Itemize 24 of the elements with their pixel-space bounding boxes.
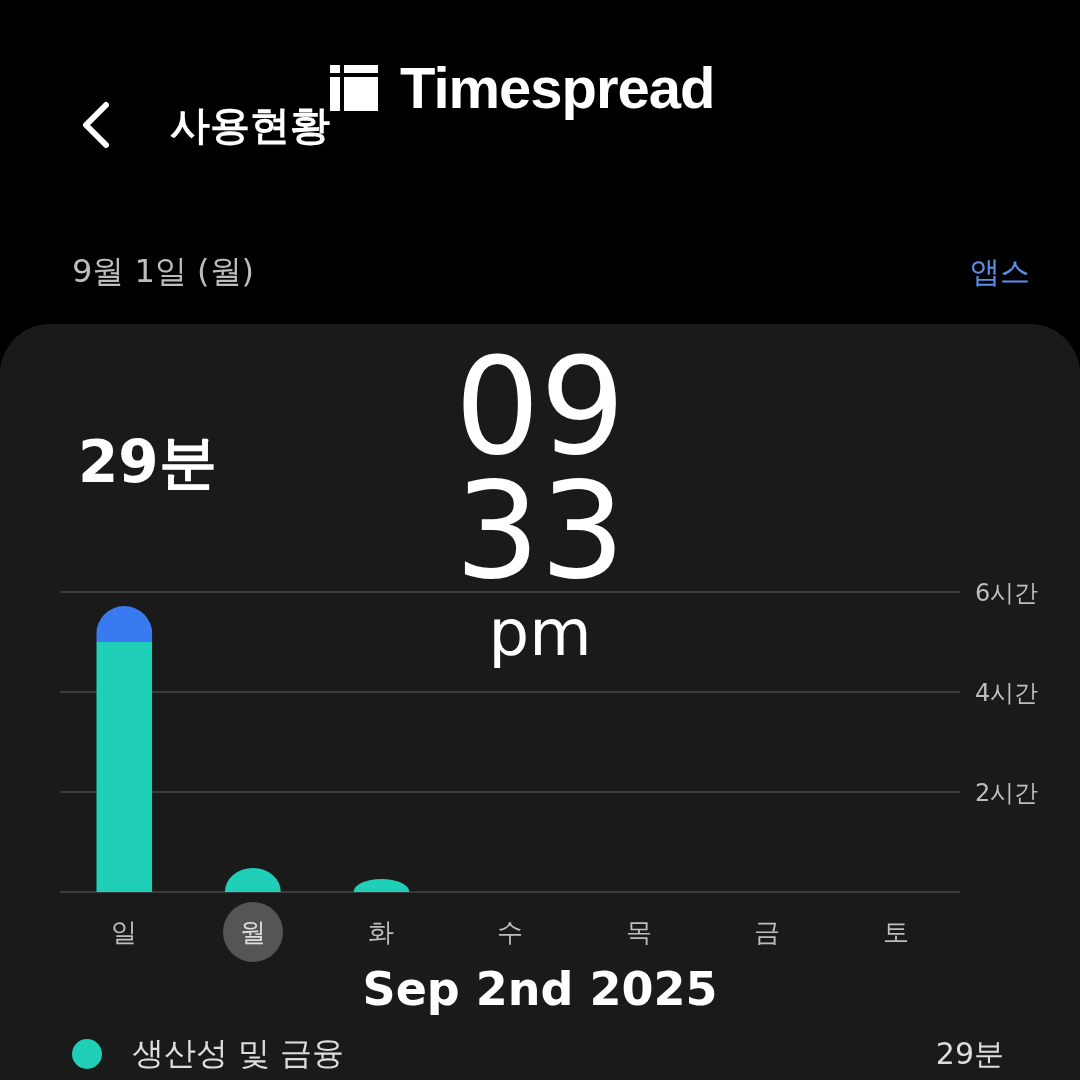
clock-hour: 09 (454, 345, 626, 469)
y-tick-label: 6시간 (975, 579, 1039, 607)
legend-value: 29분 (935, 1034, 1004, 1073)
apps-link[interactable]: 앱스 (970, 251, 1030, 293)
day-tab[interactable]: 목 (608, 902, 669, 962)
day-tab[interactable]: 월 (222, 902, 283, 962)
brand-name: Timespread (400, 54, 715, 121)
clock-minute: 33 (454, 469, 626, 593)
day-tab[interactable]: 금 (737, 902, 798, 962)
overlay-date: Sep 2nd 2025 (361, 962, 719, 1016)
day-tab[interactable]: 토 (865, 902, 926, 962)
y-tick-label: 2시간 (975, 779, 1039, 807)
bar (353, 879, 410, 892)
day-tab[interactable]: 화 (351, 902, 412, 962)
logo-icon (330, 64, 378, 111)
total-time: 29분 (77, 427, 218, 498)
clock-ampm: pm (488, 595, 592, 672)
bar (224, 868, 281, 892)
date-label: 9월 1일 (월) (72, 251, 255, 292)
legend-label: 생산성 및 금융 (132, 1033, 346, 1074)
y-tick-label: 4시간 (975, 679, 1039, 707)
day-tab[interactable]: 수 (480, 902, 540, 962)
page-title: 사용현황 (170, 100, 330, 150)
day-tab[interactable]: 일 (94, 902, 155, 962)
